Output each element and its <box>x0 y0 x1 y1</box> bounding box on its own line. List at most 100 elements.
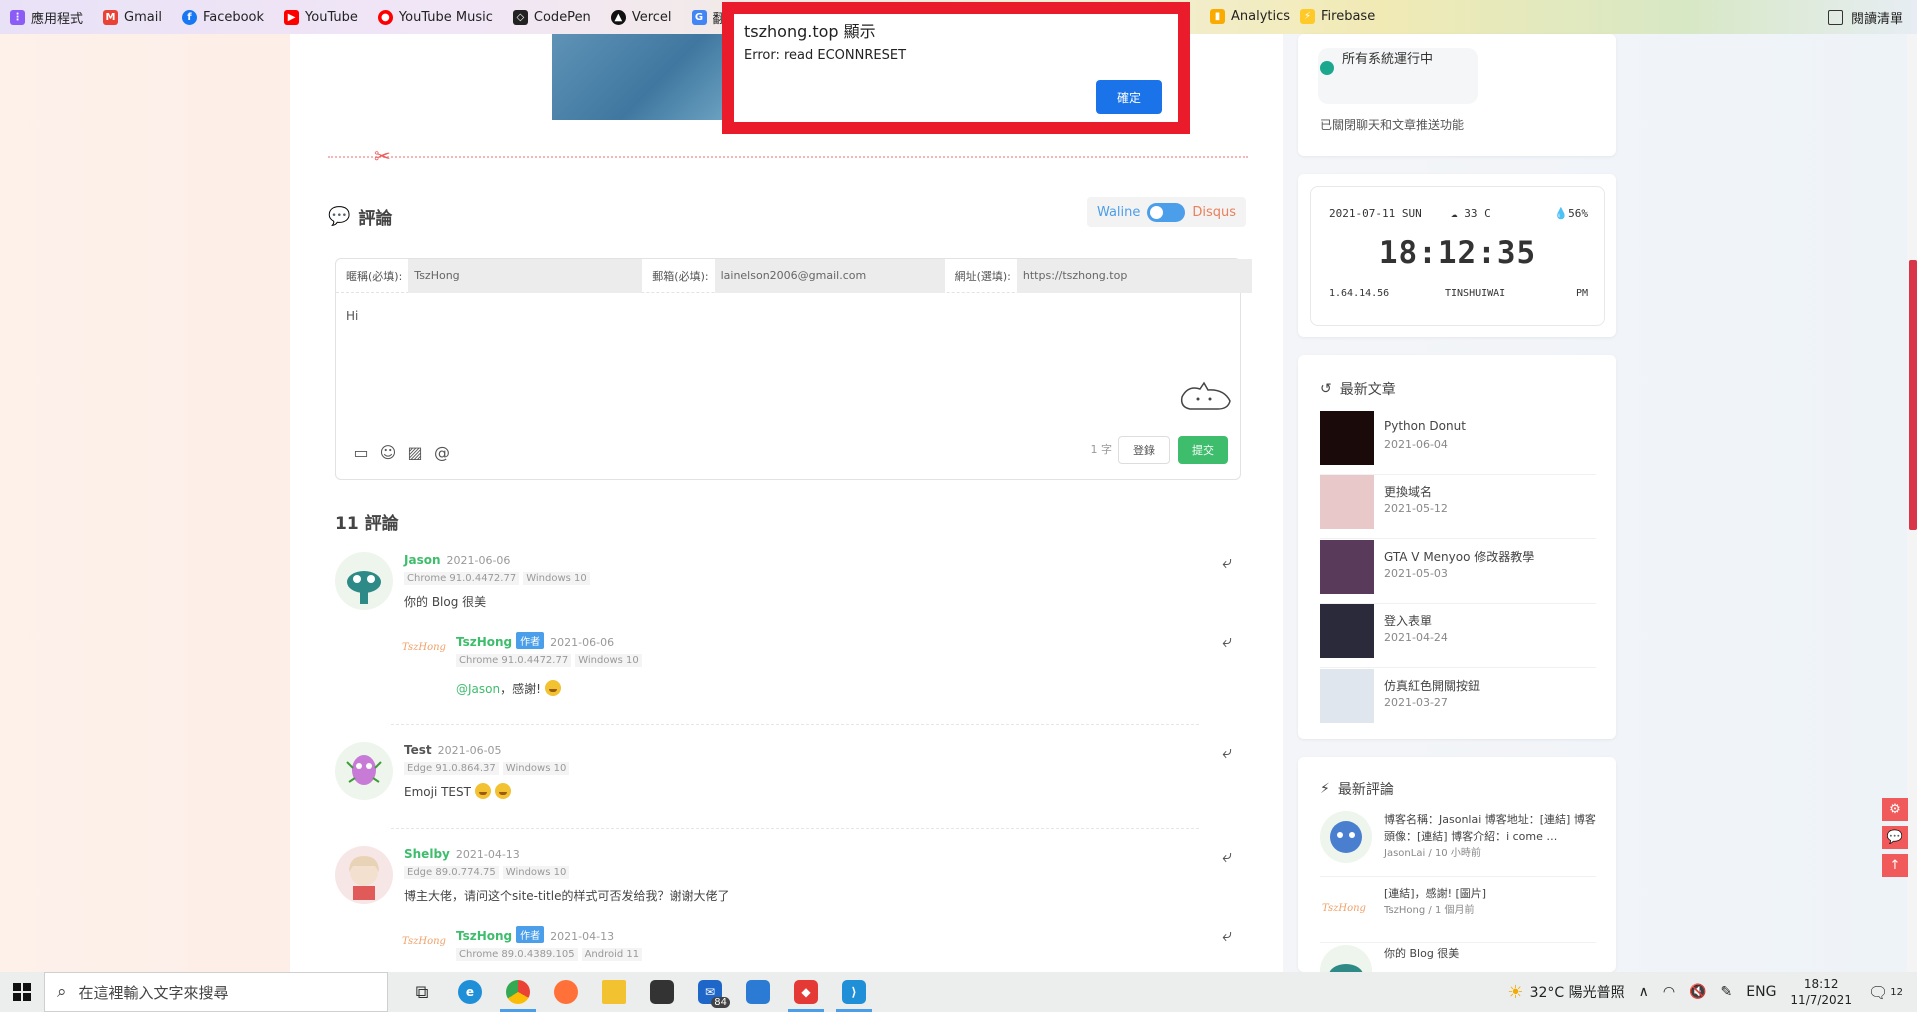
comment-os: Windows 10 <box>575 654 642 667</box>
firefox-button[interactable] <box>542 972 590 1012</box>
task-view-button[interactable]: ⧉ <box>398 972 446 1012</box>
bookmark-vercel[interactable]: ▲ Vercel <box>610 9 672 25</box>
comment-nick[interactable]: TszHong <box>456 929 512 943</box>
codepen-icon: ◇ <box>512 9 528 25</box>
email-input[interactable] <box>714 258 945 293</box>
firebase-icon: ⚡ <box>1300 9 1315 24</box>
bookmark-apps[interactable]: ⋮ 應用程式 <box>10 8 83 27</box>
bookmark-gmail[interactable]: M Gmail <box>103 9 162 25</box>
post-thumbnail <box>1320 475 1374 529</box>
monster-avatar-icon <box>346 755 382 785</box>
recent-post[interactable]: Python Donut 2021-06-04 <box>1320 411 1596 475</box>
bookmark-analytics[interactable]: ▮ Analytics <box>1210 9 1290 24</box>
chrome-button[interactable] <box>494 972 542 1012</box>
comment-textarea[interactable]: Hi <box>336 295 1240 425</box>
comment-time: 2021-06-06 <box>550 636 615 649</box>
anime-girl-avatar-icon <box>349 856 379 900</box>
gmail-icon: M <box>103 9 119 25</box>
bookmark-facebook[interactable]: f Facebook <box>181 9 264 25</box>
comment-nick[interactable]: TszHong <box>456 635 512 649</box>
bookmark-codepen[interactable]: ◇ CodePen <box>512 9 591 25</box>
anydesk-button[interactable]: ◆ <box>782 972 830 1012</box>
reply-icon[interactable]: ⤶ <box>1222 552 1232 573</box>
comment-nick[interactable]: Test <box>404 743 432 757</box>
windows-logo-icon <box>13 983 31 1001</box>
post-thumbnail <box>1320 604 1374 658</box>
taskbar-search[interactable]: ⌕ 在這裡輸入文字來搜尋 <box>44 972 388 1012</box>
scissors-icon: ✂ <box>374 144 391 168</box>
comment-nick[interactable]: Jason <box>404 553 441 567</box>
reply-icon[interactable]: ⤶ <box>1222 742 1232 763</box>
start-button[interactable] <box>0 972 44 1012</box>
comment-os: Windows 10 <box>523 572 590 585</box>
edge-button[interactable]: e <box>446 972 494 1012</box>
vscode-button[interactable]: ⟩ <box>830 972 878 1012</box>
recent-comment[interactable]: 你的 Blog 很美 <box>1320 945 1596 972</box>
emoji-icon[interactable]: ☺ <box>379 443 397 462</box>
clock-humidity: 💧56% <box>1554 207 1588 220</box>
taskbar-clock[interactable]: 18:12 11/7/2021 <box>1790 976 1852 1008</box>
reply-icon[interactable]: ⤶ <box>1222 631 1232 652</box>
youtube-music-icon: ● <box>377 9 393 25</box>
avatar <box>335 846 393 904</box>
recent-post[interactable]: GTA V Menyoo 修改器教學 2021-05-03 <box>1320 540 1596 604</box>
author-signature-avatar: TszHong <box>402 936 446 947</box>
mention-icon[interactable]: @ <box>433 443 451 462</box>
submit-button[interactable]: 提交 <box>1178 436 1228 464</box>
nick-input[interactable] <box>408 258 643 293</box>
comment-fields: 暱稱(必填): 郵箱(必填): 網址(選填): <box>336 258 1252 293</box>
youtube-icon: ▶ <box>284 9 300 25</box>
comment-mention[interactable]: @Jason <box>456 682 500 696</box>
comment-nick[interactable]: Shelby <box>404 847 450 861</box>
wifi-icon[interactable]: ◠ <box>1663 984 1675 1000</box>
mail-badge: 84 <box>711 997 730 1008</box>
login-button[interactable]: 登錄 <box>1118 436 1170 464</box>
settings-float-button[interactable]: ⚙ <box>1882 798 1908 821</box>
scrollbar-thumb[interactable] <box>1909 260 1917 530</box>
comment-system-switch[interactable]: Waline Disqus <box>1087 197 1246 227</box>
tray-chevron-up-icon[interactable]: ∧ <box>1639 984 1649 1000</box>
avatar <box>1320 945 1372 972</box>
comment-divider <box>391 724 1199 725</box>
clock-card: 2021-07-11 SUN ☁ 33 C 💧56% 18:12:35 1.64… <box>1298 174 1616 337</box>
cat-mascot-icon <box>1180 381 1231 410</box>
recent-comment[interactable]: 博客名稱：Jasonlai 博客地址：[連結] 博客頭像：[連結] 博客介紹：i… <box>1320 811 1596 877</box>
mail-button[interactable]: ✉ 84 <box>686 972 734 1012</box>
alert-ok-button[interactable]: 確定 <box>1096 80 1162 114</box>
comment-os: Windows 10 <box>502 762 570 775</box>
reply-icon[interactable]: ⤶ <box>1222 925 1232 946</box>
windows-taskbar: ⌕ 在這裡輸入文字來搜尋 ⧉ e ✉ 84 ◆ ⟩ ☀ 32°C 陽光普照 ∧ ◠ 🔇… <box>0 972 1917 1012</box>
editor-toolbar: ▭ ☺ ▨ @ <box>352 443 451 462</box>
language-indicator[interactable]: ENG <box>1746 984 1776 1000</box>
clock-ampm: PM <box>1575 288 1588 299</box>
markdown-icon[interactable]: ▭ <box>352 443 370 462</box>
reply-icon[interactable]: ⤶ <box>1222 846 1232 867</box>
bookmark-youtube[interactable]: ▶ YouTube <box>284 9 358 25</box>
back-to-top-button[interactable]: ↑ <box>1882 854 1908 877</box>
dotted-divider <box>328 156 1248 158</box>
volume-icon[interactable]: 🔇 <box>1689 984 1706 1000</box>
store-button[interactable] <box>638 972 686 1012</box>
pen-icon[interactable]: ✎ <box>1721 984 1733 1000</box>
comment-os: Android 11 <box>581 948 643 961</box>
recent-comment[interactable]: TszHong [連結]，感謝! [圖片] TszHong / 1 個月前 <box>1320 885 1596 943</box>
file-explorer-button[interactable] <box>590 972 638 1012</box>
bookmark-firebase[interactable]: ⚡ Firebase <box>1300 9 1375 24</box>
notification-button[interactable]: 🗨 12 <box>1868 983 1903 1002</box>
url-field: 網址(選填): <box>945 258 1252 293</box>
chat-float-button[interactable]: 💬 <box>1882 826 1908 849</box>
recent-post[interactable]: 更換域名 2021-05-12 <box>1320 475 1596 539</box>
recent-post[interactable]: 仿真紅色開關按鈕 2021-03-27 <box>1320 669 1596 733</box>
comment-item: Jason 2021-06-06 Chrome 91.0.4472.77 Windo… <box>404 553 594 610</box>
teams-button[interactable] <box>734 972 782 1012</box>
folder-icon <box>602 980 626 1004</box>
comment-toggle[interactable] <box>1147 202 1186 222</box>
reading-list[interactable]: 閱讀清單 <box>1827 8 1903 27</box>
url-input[interactable] <box>1016 258 1252 293</box>
recent-post[interactable]: 登入表單 2021-04-24 <box>1320 604 1596 668</box>
recent-posts-title: ↺ 最新文章 <box>1320 381 1396 398</box>
bookmark-youtube-music[interactable]: ● YouTube Music <box>377 9 493 25</box>
weather-widget[interactable]: ☀ 32°C 陽光普照 <box>1507 982 1624 1003</box>
image-icon[interactable]: ▨ <box>406 443 424 462</box>
clock-ip: 1.64.14.56 <box>1329 288 1390 299</box>
